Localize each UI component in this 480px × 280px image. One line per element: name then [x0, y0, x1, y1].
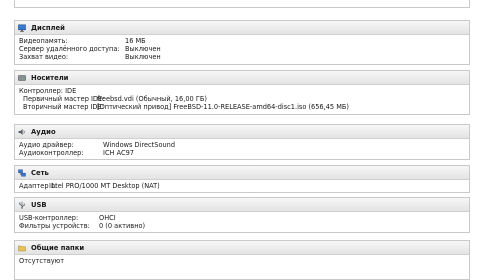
row-key: Фильтры устройств: [19, 222, 90, 231]
row-value: freebsd.vdi (Обычный, 16,00 ГБ) [97, 95, 207, 104]
info-row: Видеопамять: 16 МБ [19, 37, 469, 45]
storage-section-header[interactable]: Носители [15, 71, 469, 85]
usb-section-title: USB [31, 200, 47, 209]
storage-icon [18, 74, 26, 81]
info-row: Захват видео: Выключен [19, 53, 469, 61]
shared-folders-icon [18, 245, 26, 251]
row-value: 0 (0 активно) [99, 222, 146, 231]
row-key: Отсутствуют [19, 257, 65, 265]
row-value: OHCI [99, 214, 116, 222]
network-section-title: Сеть [31, 168, 49, 177]
info-row: Аудиоконтроллер: ICH AC97 [19, 149, 469, 157]
row-key: Адаптер 1: [19, 182, 58, 190]
display-section: Дисплей Видеопамять: 16 МБ Сервер удалён… [14, 20, 470, 65]
info-row: USB-контроллер: OHCI [19, 214, 469, 222]
row-key: Сервер удалённого доступа: [19, 45, 120, 54]
info-row: Вторичный мастер IDE: [Оптический привод… [19, 103, 469, 111]
row-value: ICH AC97 [103, 149, 134, 158]
row-key: Видеопамять: [19, 37, 68, 45]
row-key: Аудио драйвер: [19, 141, 74, 149]
audio-section-title: Аудио [31, 127, 56, 136]
row-key: Контроллер: IDE [19, 87, 77, 95]
info-row: Отсутствуют [19, 257, 469, 265]
info-row: Сервер удалённого доступа: Выключен [19, 45, 469, 53]
row-key: Первичный мастер IDE: [23, 95, 105, 104]
row-value: Выключен [125, 45, 161, 54]
row-key: Захват видео: [19, 53, 69, 62]
info-row: Адаптер 1: Intel PRO/1000 MT Desktop (NA… [19, 182, 469, 190]
row-value: [Оптический привод] FreeBSD-11.0-RELEASE… [97, 103, 349, 112]
storage-section-title: Носители [31, 73, 69, 82]
shared-folders-section: Общие папки Отсутствуют [14, 240, 470, 280]
previous-section-edge [14, 0, 470, 8]
network-icon [18, 169, 26, 176]
display-section-title: Дисплей [31, 23, 65, 32]
audio-icon [18, 128, 25, 135]
row-key: USB-контроллер: [19, 214, 79, 222]
audio-section-header[interactable]: Аудио [15, 125, 469, 139]
info-row: Первичный мастер IDE: freebsd.vdi (Обычн… [19, 95, 469, 103]
network-section: Сеть Адаптер 1: Intel PRO/1000 MT Deskto… [14, 165, 470, 194]
shared-folders-section-header[interactable]: Общие папки [15, 241, 469, 255]
usb-section-header[interactable]: USB [15, 198, 469, 212]
row-key: Вторичный мастер IDE: [23, 103, 104, 112]
info-row: Контроллер: IDE [19, 87, 469, 95]
storage-section: Носители Контроллер: IDE Первичный масте… [14, 70, 470, 115]
row-value: Выключен [125, 53, 161, 62]
shared-folders-section-title: Общие папки [31, 243, 85, 252]
display-icon [18, 24, 26, 32]
network-section-header[interactable]: Сеть [15, 166, 469, 180]
row-value: 16 МБ [125, 37, 146, 45]
row-key: Аудиоконтроллер: [19, 149, 84, 158]
row-value: Windows DirectSound [103, 141, 176, 149]
audio-section: Аудио Аудио драйвер: Windows DirectSound… [14, 124, 470, 161]
display-section-header[interactable]: Дисплей [15, 21, 469, 35]
info-row: Аудио драйвер: Windows DirectSound [19, 141, 469, 149]
usb-icon [19, 201, 25, 209]
row-value: Intel PRO/1000 MT Desktop (NAT) [49, 182, 160, 190]
usb-section: USB USB-контроллер: OHCI Фильтры устройс… [14, 197, 470, 234]
info-row: Фильтры устройств: 0 (0 активно) [19, 222, 469, 230]
